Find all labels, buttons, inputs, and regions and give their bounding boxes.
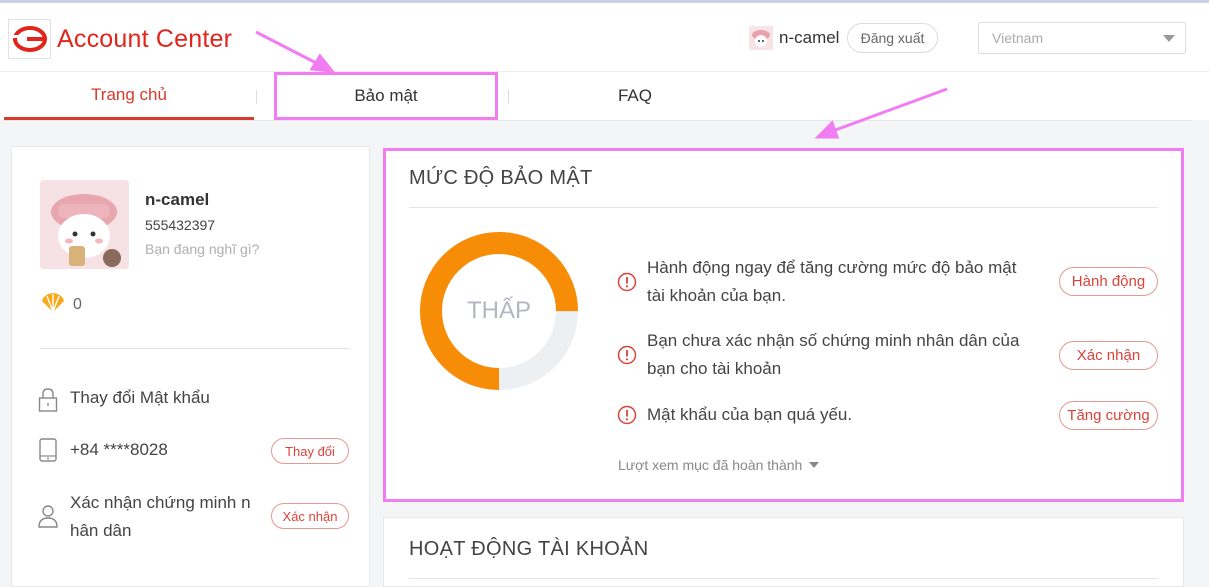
identity-label-line1: Xác nhận chứng minh n: [70, 493, 251, 512]
tab-divider: [508, 90, 509, 104]
country-value: Vietnam: [992, 30, 1044, 46]
alert-3-line1: Mật khẩu của bạn quá yếu.: [647, 405, 853, 424]
profile-id: 555432397: [145, 217, 216, 233]
lock-icon: [38, 388, 58, 412]
app-header: Account Center n-camel Đăng xuất Vietnam: [0, 3, 1209, 72]
logout-button[interactable]: Đăng xuất: [847, 23, 938, 53]
profile-divider: [40, 348, 349, 349]
shell-count: 0: [73, 296, 82, 313]
shell-icon: [42, 293, 64, 313]
activity-title: HOẠT ĐỘNG TÀI KHOẢN: [409, 538, 649, 560]
arrowhead-icon: [814, 120, 840, 139]
verify-id-button[interactable]: Xác nhận: [1059, 341, 1158, 370]
phone-number: +84 ****8028: [70, 440, 168, 459]
nav-divider: [4, 120, 1192, 121]
header-user-name[interactable]: n-camel: [779, 28, 839, 48]
avatar-image: [40, 180, 129, 269]
alert-2-line2: bạn cho tài khoản: [647, 359, 782, 378]
chevron-down-icon: [809, 462, 820, 468]
verify-identity-button[interactable]: Xác nhận: [271, 503, 349, 529]
profile-status-input[interactable]: Bạn đang nghĩ gì?: [145, 241, 259, 257]
warning-icon: [617, 345, 637, 365]
main-tabs: Trang chủ Bảo mật FAQ: [0, 72, 1209, 120]
profile-name: n-camel: [145, 190, 210, 209]
tab-security[interactable]: Bảo mật: [274, 72, 498, 120]
tab-home[interactable]: Trang chủ: [4, 72, 254, 120]
brand-title: Account Center: [57, 25, 233, 53]
warning-icon: [617, 272, 637, 292]
security-level-label: THẤP: [466, 297, 531, 324]
warning-icon: [617, 405, 637, 425]
activity-divider: [409, 578, 1158, 579]
strengthen-password-button[interactable]: Tăng cường: [1059, 401, 1158, 430]
garena-logo-icon: [12, 26, 47, 52]
view-completed-toggle[interactable]: Lượt xem mục đã hoàn thành: [618, 457, 820, 473]
logo[interactable]: [8, 19, 51, 59]
country-select[interactable]: Vietnam: [978, 22, 1186, 54]
change-password-link[interactable]: Thay đổi Mật khẩu: [70, 384, 210, 412]
alert-1-line2: tài khoản của bạn.: [647, 286, 786, 305]
security-divider: [409, 207, 1158, 208]
tab-divider: [256, 90, 257, 104]
phone-icon: [39, 438, 57, 462]
change-phone-button[interactable]: Thay đổi: [271, 438, 349, 464]
security-title: MỨC ĐỘ BẢO MẬT: [409, 167, 593, 189]
user-avatar[interactable]: [749, 26, 773, 50]
chevron-down-icon: [1163, 35, 1175, 42]
identity-label-line2: hân dân: [70, 521, 132, 540]
view-completed-label: Lượt xem mục đã hoàn thành: [618, 457, 803, 473]
alert-2-line1: Bạn chưa xác nhận số chứng minh nhân dân…: [647, 331, 1020, 350]
tab-faq[interactable]: FAQ: [510, 72, 760, 120]
person-icon: [38, 505, 58, 528]
take-action-button[interactable]: Hành động: [1059, 267, 1158, 296]
profile-avatar[interactable]: [40, 180, 129, 269]
alert-1-line1: Hành động ngay để tăng cường mức độ bảo …: [647, 258, 1017, 277]
